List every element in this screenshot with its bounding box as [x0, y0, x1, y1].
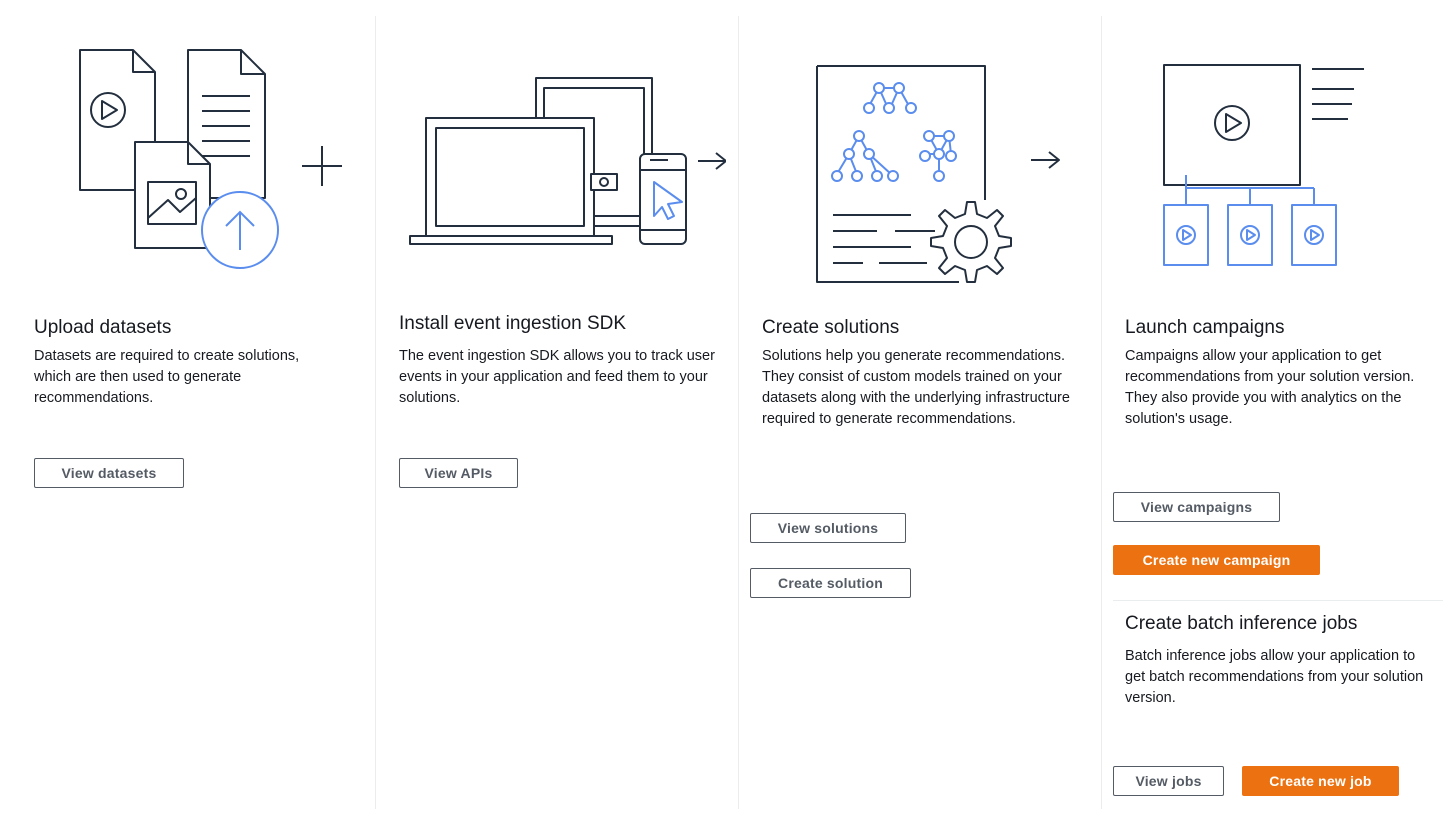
step-title: Create solutions: [762, 317, 900, 338]
model-gear-illustration: [816, 65, 1060, 283]
step-launch-campaigns: Launch campaigns Campaigns allow your ap…: [1102, 0, 1452, 829]
create-new-job-button[interactable]: Create new job: [1242, 766, 1399, 796]
step-create-solutions: Create solutions Solutions help you gene…: [739, 0, 1101, 829]
create-solution-button[interactable]: Create solution: [750, 568, 911, 598]
files-upload-illustration: [79, 49, 342, 269]
batch-title: Create batch inference jobs: [1125, 613, 1358, 634]
view-solutions-button[interactable]: View solutions: [750, 513, 906, 543]
step-upload-datasets: Upload datasets Datasets are required to…: [0, 0, 375, 829]
view-jobs-button[interactable]: View jobs: [1113, 766, 1224, 796]
step-description: Solutions help you generate recommendati…: [762, 348, 1070, 427]
section-separator: [1113, 600, 1443, 601]
view-datasets-button[interactable]: View datasets: [34, 458, 184, 488]
video-tree-illustration: [1163, 64, 1364, 266]
view-campaigns-button[interactable]: View campaigns: [1113, 492, 1280, 522]
create-new-campaign-button[interactable]: Create new campaign: [1113, 545, 1320, 575]
batch-description: Batch inference jobs allow your applicat…: [1125, 648, 1424, 706]
step-description: Datasets are required to create solution…: [34, 348, 300, 406]
step-description: Campaigns allow your application to get …: [1125, 348, 1415, 427]
step-install-sdk: Install event ingestion SDK The event in…: [376, 0, 738, 829]
step-title: Install event ingestion SDK: [399, 313, 627, 334]
step-title: Upload datasets: [34, 317, 172, 338]
step-description: The event ingestion SDK allows you to tr…: [399, 348, 715, 406]
step-title: Launch campaigns: [1125, 317, 1285, 338]
laptop-phone-illustration: [409, 77, 726, 245]
view-apis-button[interactable]: View APIs: [399, 458, 518, 488]
